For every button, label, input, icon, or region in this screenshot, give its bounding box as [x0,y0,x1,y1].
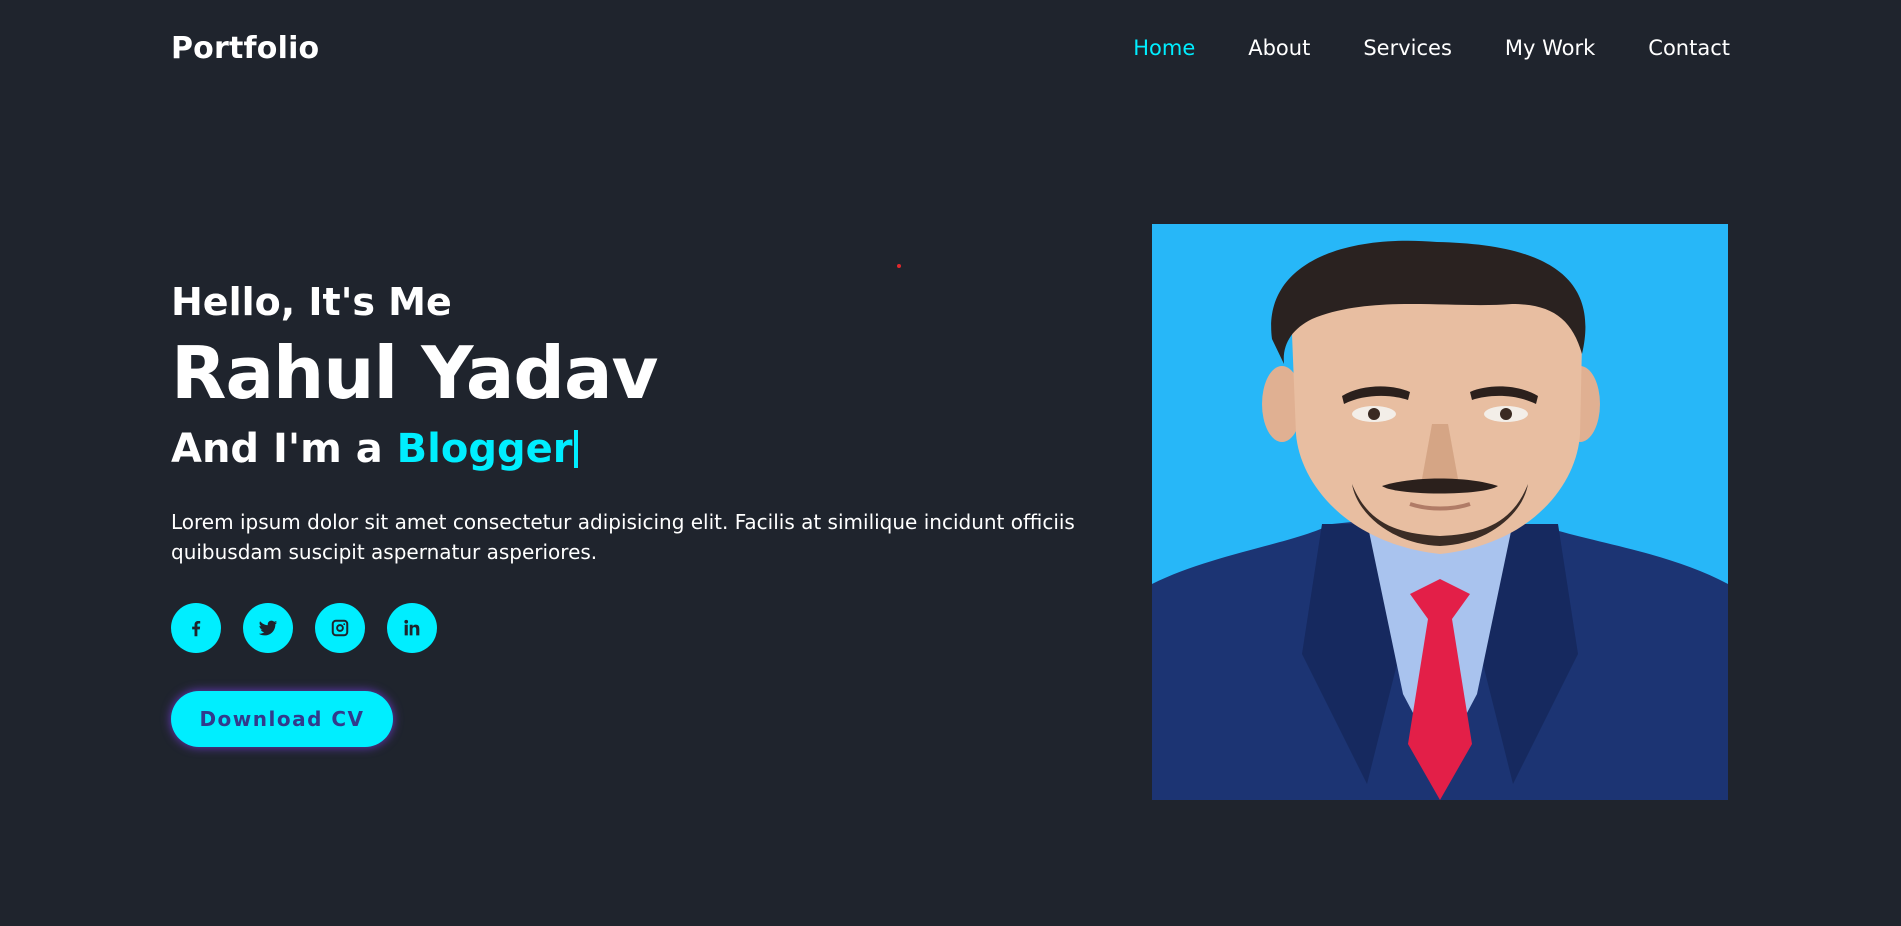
nav-services[interactable]: Services [1363,36,1452,60]
twitter-link[interactable] [243,602,293,653]
role-text: Blogger [396,425,573,472]
social-links [171,602,1091,653]
nav-contact[interactable]: Contact [1648,36,1730,60]
nav-about[interactable]: About [1248,36,1310,60]
download-cv-button[interactable]: Download CV [171,690,393,747]
instagram-icon [331,619,349,637]
role-prefix: And I'm a [171,425,397,472]
profile-portrait [1152,224,1728,800]
nav-home[interactable]: Home [1133,36,1195,60]
linkedin-link[interactable] [387,602,437,653]
greeting: Hello, It's Me [171,280,452,324]
facebook-icon [192,620,201,637]
page: Portfolio Home About Services My Work Co… [0,0,1901,926]
logo[interactable]: Portfolio [171,31,319,66]
typing-cursor [574,429,579,468]
nav-my-work[interactable]: My Work [1505,36,1595,60]
twitter-icon [258,620,278,636]
profile-photo [1152,224,1728,800]
facebook-link[interactable] [171,602,221,653]
role-line: And I'm a Blogger [171,425,1091,473]
main-nav: Home About Services My Work Contact [1080,36,1730,60]
hero-name: Rahul Yadav [171,330,658,415]
hero-description: Lorem ipsum dolor sit amet consectetur a… [171,509,1075,564]
linkedin-icon [404,619,420,636]
instagram-link[interactable] [315,602,365,653]
decorative-dot [897,264,901,268]
header: Portfolio Home About Services My Work Co… [0,0,1901,96]
home-content: Hello, It's Me Rahul Yadav And I'm a Blo… [171,280,1091,747]
